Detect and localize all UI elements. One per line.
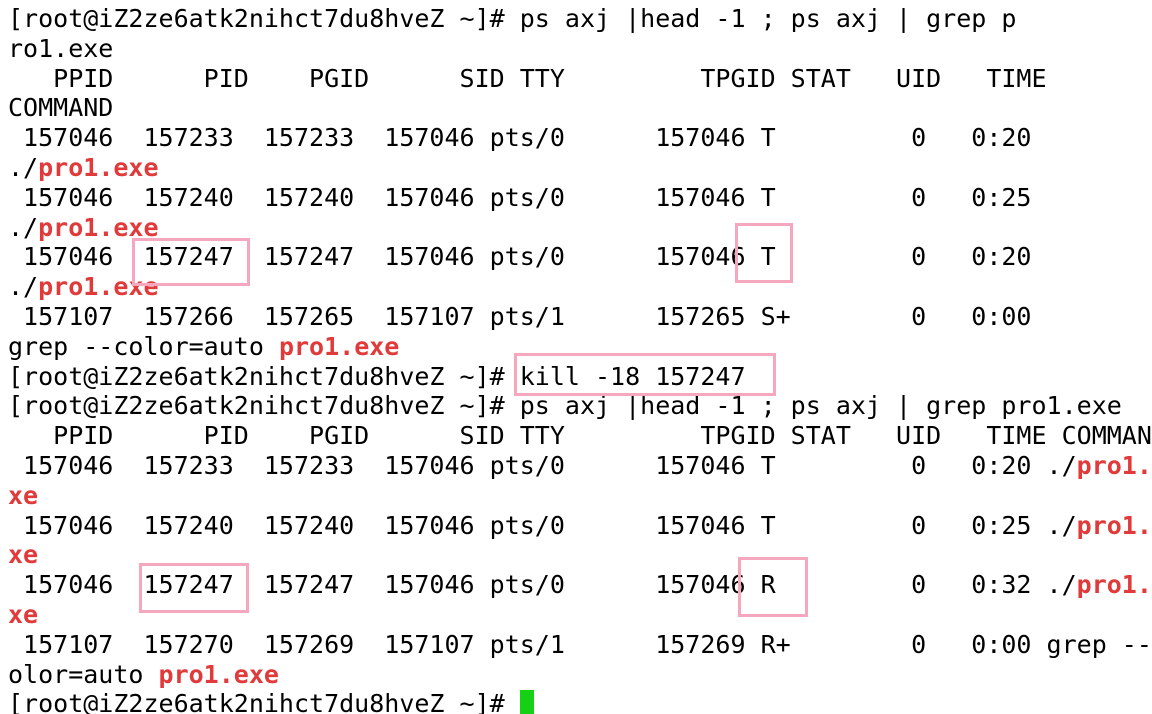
terminal-line: PPID PID PGID SID TTY TPGID STAT UID TIM… (8, 421, 1152, 451)
terminal-line: 157107 157266 157265 157107 pts/1 157265… (8, 302, 1032, 332)
terminal-text: PPID PID PGID SID TTY TPGID STAT UID TIM… (8, 63, 1047, 93)
terminal-line: 157046 157240 157240 157046 pts/0 157046… (8, 182, 1032, 213)
terminal-text: 157046 157233 157233 157046 pts/0 157046… (8, 123, 1032, 153)
terminal-line: ./pro1.exe (8, 213, 159, 243)
terminal-line: 157046 157247 157247 157046 pts/0 157046… (8, 242, 1032, 272)
terminal-text: ./ (8, 272, 39, 302)
terminal-text: PPID PID PGID SID TTY TPGID STAT UID TIM… (8, 421, 1152, 451)
terminal-text: ./ (8, 212, 39, 242)
highlighted-match-text: pro1.e (1076, 451, 1152, 480)
terminal-line: 157046 157247 157247 157046 pts/0 157046… (8, 570, 1152, 600)
terminal-text: [root@iZ2ze6atk2nihct7du8hveZ ~]# ps axj… (8, 4, 1017, 33)
terminal-text: olor=auto (8, 659, 159, 689)
terminal-line: [root@iZ2ze6atk2nihct7du8hveZ ~]# ps axj… (8, 391, 1122, 421)
highlighted-match-text: xe (8, 540, 39, 570)
terminal-line: [root@iZ2ze6atk2nihct7du8hveZ ~]# kill -… (8, 362, 746, 392)
highlighted-match-text: pro1.exe (38, 153, 159, 182)
terminal-text: [root@iZ2ze6atk2nihct7du8hveZ ~]# (8, 689, 520, 714)
terminal-line: 157046 157240 157240 157046 pts/0 157046… (8, 511, 1152, 541)
terminal-line: ./pro1.exe (8, 153, 159, 183)
terminal-line: xe (8, 540, 38, 570)
highlighted-match-text: xe (8, 600, 39, 629)
highlighted-match-text: pro1.e (1076, 570, 1152, 600)
terminal-line: 157046 157233 157233 157046 pts/0 157046… (8, 451, 1152, 481)
terminal-line: ./pro1.exe (8, 272, 159, 302)
terminal-text: 157046 157240 157240 157046 pts/0 157046… (8, 182, 1032, 212)
terminal-line: grep --color=auto pro1.exe (8, 332, 399, 362)
text-cursor (519, 690, 534, 714)
terminal-text: [root@iZ2ze6atk2nihct7du8hveZ ~]# ps axj… (8, 391, 1122, 421)
terminal-line: xe (8, 481, 38, 511)
highlighted-match-text: pro1.exe (38, 212, 159, 242)
terminal-line: [root@iZ2ze6atk2nihct7du8hveZ ~]# (8, 689, 534, 714)
highlighted-match-text: pro1.exe (158, 659, 279, 689)
highlighted-match-text: pro1.exe (38, 272, 159, 302)
terminal-line: olor=auto pro1.exe (8, 660, 279, 690)
terminal-text: grep --color=auto (8, 331, 279, 361)
terminal-line: 157046 157233 157233 157046 pts/0 157046… (8, 123, 1032, 153)
terminal-line: 157107 157270 157269 157107 pts/1 157269… (8, 630, 1152, 660)
terminal-line: COMMAND (8, 93, 113, 123)
terminal-line: PPID PID PGID SID TTY TPGID STAT UID TIM… (8, 63, 1047, 94)
terminal-window[interactable]: [root@iZ2ze6atk2nihct7du8hveZ ~]# ps axj… (0, 0, 1152, 714)
terminal-line: ro1.exe (8, 34, 113, 64)
terminal-text: ./ (8, 153, 39, 182)
terminal-text: 157107 157270 157269 157107 pts/1 157269… (8, 629, 1152, 659)
highlighted-match-text: pro1.e (1076, 510, 1152, 540)
terminal-text: 157046 157233 157233 157046 pts/0 157046… (8, 451, 1077, 480)
terminal-text: [root@iZ2ze6atk2nihct7du8hveZ ~]# kill -… (8, 361, 746, 391)
terminal-text: 157046 157247 157247 157046 pts/0 157046… (8, 570, 1077, 600)
highlighted-match-text: xe (8, 480, 39, 510)
highlighted-match-text: pro1.exe (278, 331, 400, 361)
terminal-text: 157107 157266 157265 157107 pts/1 157265… (8, 302, 1032, 331)
terminal-line: [root@iZ2ze6atk2nihct7du8hveZ ~]# ps axj… (8, 4, 1016, 34)
terminal-line: xe (8, 600, 38, 630)
terminal-text: 157046 157240 157240 157046 pts/0 157046… (8, 510, 1077, 540)
terminal-text: COMMAND (8, 93, 114, 123)
terminal-text: 157046 157247 157247 157046 pts/0 157046… (8, 242, 1032, 272)
terminal-text: ro1.exe (8, 33, 114, 63)
